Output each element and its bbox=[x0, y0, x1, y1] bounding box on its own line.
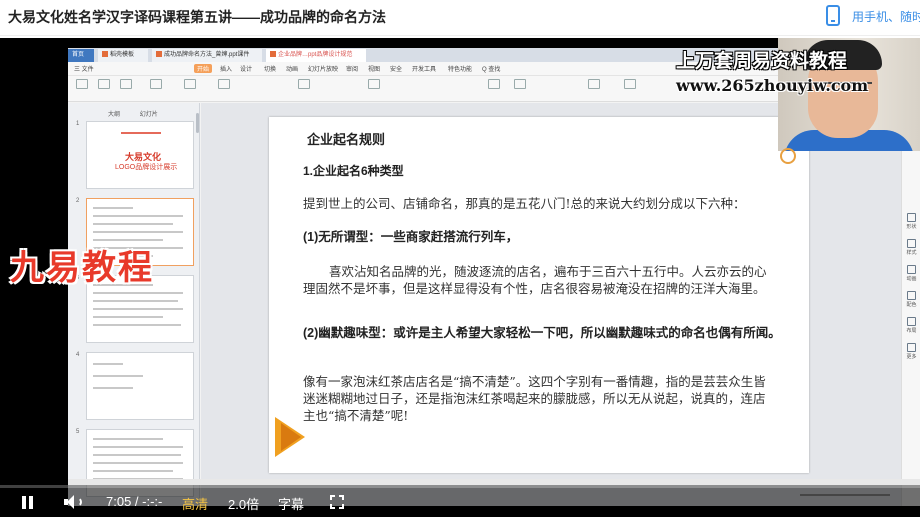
tab-document-1[interactable]: 成功品牌命名方法_曾婶.ppt课件 bbox=[152, 49, 262, 62]
slide-thumbnail-4[interactable] bbox=[86, 352, 194, 420]
decorative-triangle bbox=[281, 423, 301, 451]
bold-icon[interactable] bbox=[298, 79, 310, 89]
menu-view[interactable]: 视图 bbox=[368, 64, 380, 73]
slide-number: 1 bbox=[76, 121, 80, 127]
fullscreen-icon[interactable] bbox=[330, 495, 344, 509]
sidebar-layout[interactable]: 布局 bbox=[904, 317, 919, 334]
textbox-icon[interactable] bbox=[488, 79, 500, 89]
align-icon[interactable] bbox=[368, 79, 380, 89]
panel-tabs: 大纲 幻灯片 bbox=[108, 109, 176, 118]
quality-button[interactable]: 高清 bbox=[182, 494, 208, 513]
menu-review[interactable]: 审阅 bbox=[346, 64, 358, 73]
paste-icon[interactable] bbox=[76, 79, 88, 89]
decorative-ring bbox=[780, 148, 796, 164]
new-slide-icon[interactable] bbox=[150, 79, 162, 89]
slide-subheading: 1.企业起名6种类型 bbox=[303, 164, 404, 178]
style-icon bbox=[907, 239, 916, 248]
type2-title: (2)幽默趣味型：或许是主人希望大家轻松一下吧，所以幽默趣味式的命名也偶有所闻。 bbox=[303, 326, 781, 340]
shape-icon bbox=[907, 213, 916, 222]
ppt-icon bbox=[270, 51, 276, 58]
palette-icon bbox=[907, 291, 916, 300]
brand-watermark: 九易教程 bbox=[10, 249, 154, 287]
tab-templates[interactable]: 稻壳模板 bbox=[98, 49, 148, 62]
type2-body: 像有一家泡沫红茶店店名是“搞不清楚”。这四个字别有一番情趣，指的是芸芸众生皆迷迷… bbox=[303, 374, 766, 423]
subtitle-button[interactable]: 字幕 bbox=[278, 494, 304, 513]
font-icon[interactable] bbox=[218, 79, 230, 89]
course-title: 大易文化姓名学汉字译码课程第五讲——成功品牌的命名方法 bbox=[8, 9, 386, 25]
animation-icon bbox=[907, 265, 916, 274]
menu-security[interactable]: 安全 bbox=[390, 64, 402, 73]
thumb-subtitle: LOGO品牌设计展示 bbox=[115, 164, 178, 171]
slide-number: 5 bbox=[76, 429, 80, 435]
slide-intro: 提到世上的公司、店铺命名，那真的是五花八门!总的来说大约划分成以下六种： bbox=[303, 196, 746, 211]
layout-icon bbox=[907, 317, 916, 326]
sidebar-shape[interactable]: 形状 bbox=[904, 213, 919, 230]
type1-body: 喜欢沾知名品牌的光，随波逐流的店名，遍布于三百六十五行中。人云亦云的心理固然不是… bbox=[303, 264, 767, 296]
time-display: 7:05 / -:-:- bbox=[106, 494, 163, 509]
sidebar-style[interactable]: 样式 bbox=[904, 239, 919, 256]
menu-transition[interactable]: 切换 bbox=[264, 64, 276, 73]
video-player[interactable]: 首页 稻壳模板 成功品牌命名方法_曾婶.ppt课件 企业品牌…ppt品牌设计规范… bbox=[0, 38, 920, 517]
cut-icon[interactable] bbox=[98, 79, 110, 89]
right-sidebar: 形状 样式 动画 配色 布局 更多 bbox=[901, 103, 920, 506]
sidebar-more[interactable]: 更多 bbox=[904, 343, 919, 360]
shape-icon[interactable] bbox=[514, 79, 526, 89]
watermark-text: 上万套周易资料教程 bbox=[676, 51, 848, 72]
menu-features[interactable]: 特色功能 bbox=[448, 64, 472, 73]
slide-number: 4 bbox=[76, 352, 80, 358]
type1-title: (1)无所谓型：一些商家赶搭流行列车， bbox=[303, 230, 519, 244]
more-icon bbox=[907, 343, 916, 352]
menu-file[interactable]: 三 文件 bbox=[74, 64, 94, 73]
copy-icon[interactable] bbox=[120, 79, 132, 89]
replace-icon[interactable] bbox=[624, 79, 636, 89]
sidebar-animation[interactable]: 动画 bbox=[904, 265, 919, 282]
player-controls: 7:05 / -:-:- 高清 2.0倍 字幕 bbox=[0, 485, 920, 517]
slide-thumbnail-panel: 大纲 幻灯片 1 大易文化 LOGO品牌设计展示 2 3 4 5 bbox=[68, 103, 200, 506]
volume-icon[interactable] bbox=[64, 494, 84, 510]
doc-icon bbox=[102, 51, 108, 58]
phone-icon[interactable] bbox=[826, 5, 840, 26]
sidebar-color[interactable]: 配色 bbox=[904, 291, 919, 308]
slide-heading: 企业起名规则 bbox=[307, 132, 386, 147]
tab-slides[interactable]: 幻灯片 bbox=[140, 112, 158, 118]
mobile-link[interactable]: 用手机、随时 bbox=[852, 8, 920, 25]
tab-document-2[interactable]: 企业品牌…ppt品牌设计规范 bbox=[266, 49, 366, 62]
watermark-url: www.265zhouyiw.com bbox=[676, 76, 869, 95]
tab-outline[interactable]: 大纲 bbox=[108, 112, 120, 118]
layout-icon[interactable] bbox=[184, 79, 196, 89]
tab-home[interactable]: 首页 bbox=[68, 49, 94, 62]
thumbnail-scrollbar[interactable] bbox=[196, 113, 199, 133]
slide-number: 2 bbox=[76, 198, 80, 204]
menu-developer[interactable]: 开发工具 bbox=[412, 64, 436, 73]
ppt-icon bbox=[156, 51, 162, 58]
arrange-icon[interactable] bbox=[588, 79, 600, 89]
menu-design[interactable]: 设计 bbox=[240, 64, 252, 73]
menu-start[interactable]: 开始 bbox=[194, 64, 213, 73]
menu-insert[interactable]: 插入 bbox=[220, 64, 232, 73]
speed-button[interactable]: 2.0倍 bbox=[228, 494, 259, 513]
page-header: 大易文化姓名学汉字译码课程第五讲——成功品牌的命名方法 用手机、随时 bbox=[0, 0, 920, 36]
pause-icon[interactable] bbox=[20, 495, 36, 511]
slide-thumbnail-1[interactable]: 大易文化 LOGO品牌设计展示 bbox=[86, 121, 194, 189]
menu-slideshow[interactable]: 幻灯片放映 bbox=[308, 64, 338, 73]
current-slide[interactable]: 企业起名规则 1.企业起名6种类型 提到世上的公司、店铺命名，那真的是五花八门!… bbox=[269, 117, 809, 473]
menu-animation[interactable]: 动画 bbox=[286, 64, 298, 73]
slide-editing-area: 企业起名规则 1.企业起名6种类型 提到世上的公司、店铺命名，那真的是五花八门!… bbox=[201, 103, 901, 506]
progress-bar[interactable] bbox=[0, 485, 920, 488]
menu-search[interactable]: Q 查找 bbox=[482, 64, 500, 73]
